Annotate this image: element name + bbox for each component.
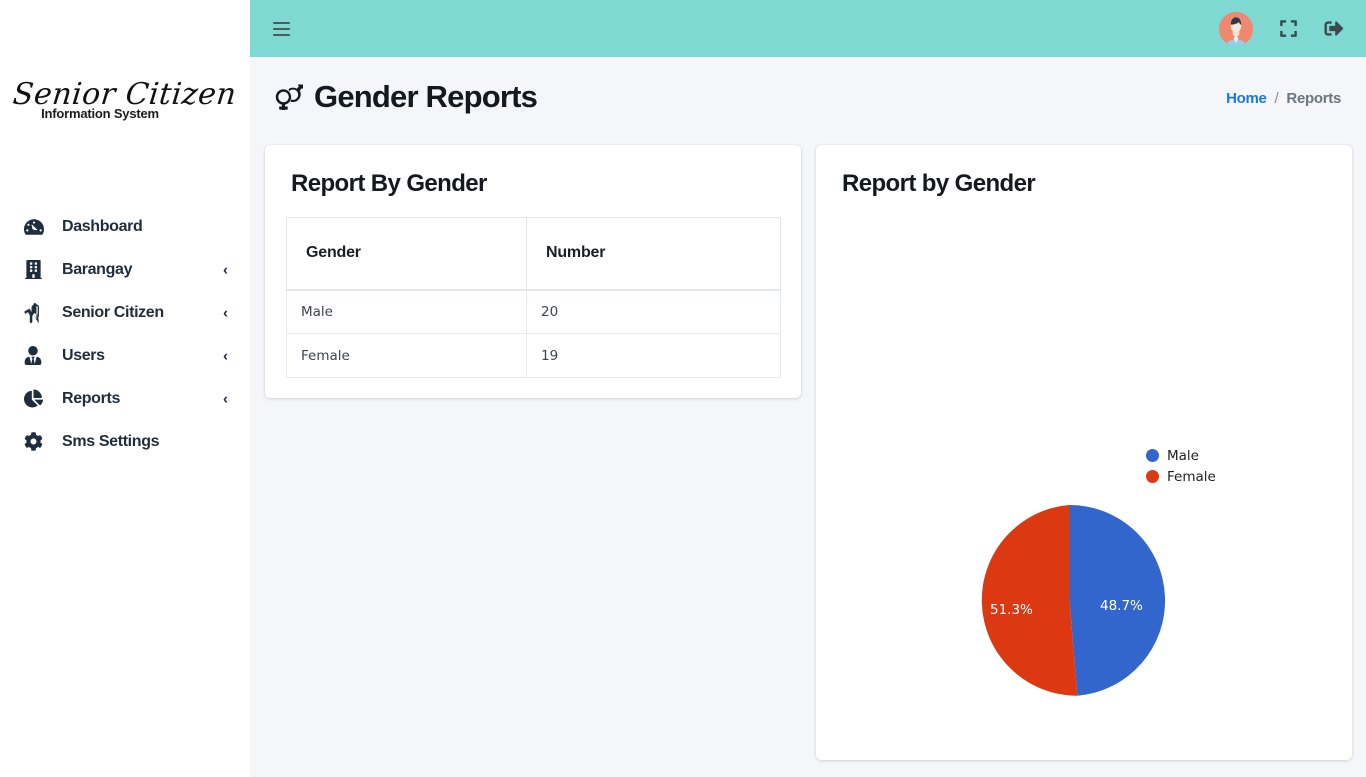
breadcrumb-separator: / bbox=[1274, 90, 1279, 107]
chart-card-title: Report by Gender bbox=[842, 170, 1036, 197]
building-icon bbox=[24, 259, 50, 281]
sidebar-item-dashboard[interactable]: Dashboard bbox=[0, 205, 250, 248]
page-header: Gender Reports Home / Reports bbox=[250, 57, 1366, 132]
venus-mars-icon bbox=[275, 84, 303, 110]
avatar[interactable] bbox=[1219, 11, 1253, 46]
pie-label-male: 48.7% bbox=[1100, 598, 1143, 614]
sign-out-icon[interactable] bbox=[1324, 19, 1344, 38]
brand-logo[interactable]: Senior Citizen Information System bbox=[0, 55, 250, 145]
table-row: Male 20 bbox=[286, 289, 781, 334]
blind-person-icon bbox=[24, 302, 50, 324]
legend-item-female[interactable]: Female bbox=[1146, 466, 1216, 487]
hamburger-icon[interactable] bbox=[273, 16, 299, 42]
column-header-gender: Gender bbox=[286, 217, 527, 291]
hamburger-bar bbox=[273, 27, 290, 30]
gear-icon bbox=[24, 431, 50, 453]
breadcrumb-current: Reports bbox=[1286, 90, 1341, 107]
page-title-text: Gender Reports bbox=[314, 78, 538, 114]
sidebar-item-reports[interactable]: Reports ‹ bbox=[0, 377, 250, 420]
pie-chart: Male Female 48.7% 51.3% bbox=[816, 198, 1352, 758]
legend-color-swatch bbox=[1146, 449, 1159, 462]
cell-gender: Female bbox=[286, 333, 527, 378]
sidebar-item-barangay[interactable]: Barangay ‹ bbox=[0, 248, 250, 291]
user-tie-icon bbox=[24, 345, 50, 367]
legend-color-swatch bbox=[1146, 470, 1159, 483]
hamburger-bar bbox=[273, 33, 290, 36]
sidebar-nav: Dashboard Barangay ‹ Senior Citizen ‹ Us… bbox=[0, 205, 250, 463]
sidebar-item-label: Dashboard bbox=[62, 217, 143, 235]
sidebar-item-label: Senior Citizen bbox=[62, 303, 164, 321]
cell-number: 19 bbox=[526, 333, 781, 378]
sidebar: Senior Citizen Information System Dashbo… bbox=[0, 0, 250, 777]
table-card-title: Report By Gender bbox=[291, 170, 487, 197]
legend-item-male[interactable]: Male bbox=[1146, 445, 1216, 466]
brand-script-name: Senior Citizen bbox=[11, 76, 239, 112]
chart-pie-icon bbox=[24, 388, 50, 410]
table-row: Female 19 bbox=[286, 333, 781, 378]
report-chart-card: Report by Gender Male Female 48.7% 51.3% bbox=[816, 145, 1352, 760]
column-header-number: Number bbox=[526, 217, 781, 291]
hamburger-bar bbox=[273, 21, 290, 24]
cell-number: 20 bbox=[526, 289, 781, 334]
page-title: Gender Reports bbox=[275, 78, 538, 115]
expand-arrows-icon[interactable] bbox=[1279, 19, 1298, 38]
sidebar-item-users[interactable]: Users ‹ bbox=[0, 334, 250, 377]
chevron-left-icon: ‹ bbox=[223, 304, 228, 321]
table-header-row: Gender Number bbox=[286, 217, 781, 291]
report-table-card: Report By Gender Gender Number Male 20 F… bbox=[265, 145, 801, 398]
content-area: Gender Reports Home / Reports Report By … bbox=[250, 57, 1366, 777]
sidebar-item-label: Users bbox=[62, 346, 105, 364]
topbar-actions bbox=[1219, 11, 1344, 46]
sidebar-item-label: Barangay bbox=[62, 260, 133, 278]
sidebar-item-label: Reports bbox=[62, 389, 121, 407]
legend-label: Female bbox=[1167, 468, 1216, 485]
sidebar-item-senior-citizen[interactable]: Senior Citizen ‹ bbox=[0, 291, 250, 334]
sidebar-item-label: Sms Settings bbox=[62, 432, 160, 450]
pie-graphic: 48.7% 51.3% bbox=[972, 503, 1167, 698]
app-root: Senior Citizen Information System Dashbo… bbox=[0, 0, 1366, 777]
breadcrumb-home[interactable]: Home bbox=[1226, 90, 1267, 107]
tachometer-icon bbox=[24, 216, 50, 238]
legend-label: Male bbox=[1167, 447, 1199, 464]
topbar bbox=[250, 0, 1366, 57]
chevron-left-icon: ‹ bbox=[223, 261, 228, 278]
cell-gender: Male bbox=[286, 289, 527, 334]
breadcrumb: Home / Reports bbox=[1226, 90, 1341, 107]
pie-slice-female[interactable] bbox=[981, 504, 1078, 696]
chevron-left-icon: ‹ bbox=[223, 347, 228, 364]
sidebar-item-sms-settings[interactable]: Sms Settings bbox=[0, 420, 250, 463]
pie-label-female: 51.3% bbox=[990, 602, 1033, 618]
avatar-illustration bbox=[1219, 11, 1253, 46]
chevron-left-icon: ‹ bbox=[223, 390, 228, 407]
gender-report-table: Gender Number Male 20 Female 19 bbox=[286, 217, 781, 378]
chart-legend: Male Female bbox=[1146, 445, 1216, 487]
